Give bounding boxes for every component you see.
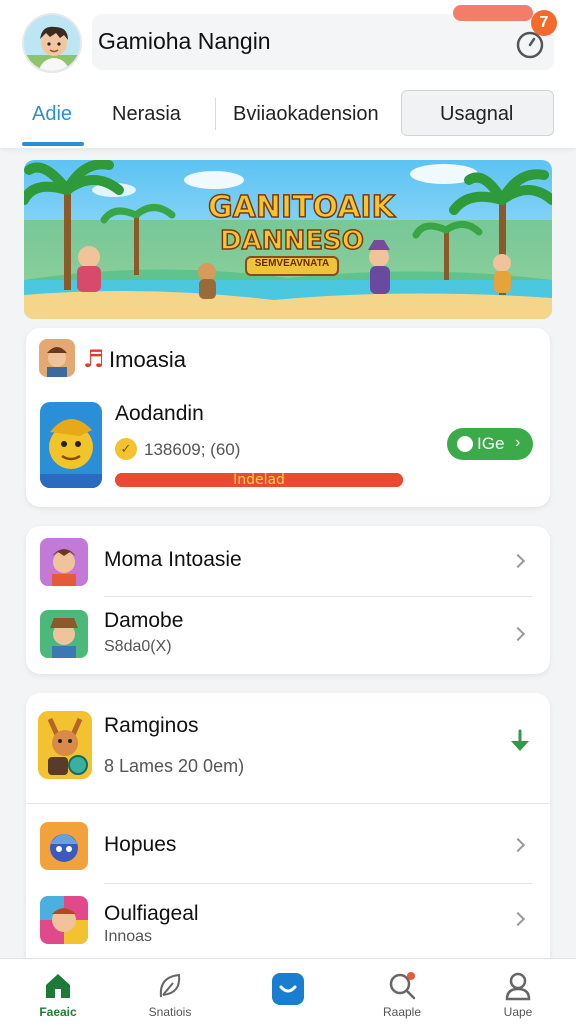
tab-divider — [215, 98, 216, 130]
game-controller-icon — [272, 973, 304, 1005]
nav-item-snatiois[interactable]: Snatiois — [120, 959, 220, 1024]
play-button[interactable]: IGe › — [447, 428, 533, 460]
featured-banner[interactable]: GANITOAIK DANNESO SEMVEAVNATA — [24, 160, 552, 319]
nav-label-snatiois: Snatiois — [148, 1005, 192, 1019]
list-item-title: Hopues — [104, 833, 177, 856]
game-icon-hopues — [40, 822, 88, 870]
home-icon — [46, 974, 70, 998]
nav-label-uape: Uape — [503, 1005, 533, 1019]
play-button-label: IGe — [477, 434, 505, 453]
coin-icon: ✓ — [115, 438, 137, 460]
nav-item-raaple[interactable]: Raaple — [352, 959, 452, 1024]
divider — [104, 596, 532, 597]
banner-title-line2: DANNESO — [219, 225, 364, 257]
list-item-subtitle: S8da0(X) — [104, 638, 172, 655]
nav-label-home: Faeaic — [39, 1005, 77, 1019]
progress-label: Indelad — [233, 472, 285, 488]
search-icon — [389, 972, 416, 1000]
item-meta: 138609; (60) — [144, 440, 241, 459]
game-icon-damobe — [40, 610, 88, 658]
game-icon-ramginos — [38, 711, 92, 779]
nav-item-home[interactable]: Faeaic — [8, 959, 108, 1024]
tab-nerasia[interactable]: Nerasia — [112, 103, 181, 126]
banner-subtitle: SEMVEAVNATA — [254, 258, 330, 269]
tab-adie[interactable]: Adie — [32, 103, 72, 126]
section-title: Imoasia — [109, 347, 187, 372]
chevron-right-icon: › — [515, 434, 521, 451]
list-item-title: Moma Intoasie — [104, 548, 242, 571]
profile-icon — [505, 972, 531, 1001]
divider — [104, 883, 532, 884]
nav-label-raaple: Raaple — [382, 1005, 422, 1019]
list-item-title: Ramginos — [104, 714, 199, 737]
item-title: Aodandin — [115, 402, 204, 425]
top-pill — [453, 5, 533, 21]
list-item-title: Damobe — [104, 609, 184, 632]
nav-item-uape[interactable]: Uape — [468, 959, 568, 1024]
notification-badge[interactable]: 7 — [531, 10, 557, 36]
game-icon-oulfiageal — [40, 896, 88, 944]
music-note-icon: ♬ — [83, 345, 105, 373]
progress-bar: Indelad — [115, 472, 403, 488]
banner-title-line1: GANITOAIK — [207, 189, 395, 226]
game-icon-moma — [40, 538, 88, 586]
leaf-icon — [159, 973, 181, 998]
header: Gamioha Nangin 7 Adie Nerasia Bviiaokade… — [0, 0, 576, 148]
list-item-title: Oulfiageal — [104, 902, 199, 925]
game-icon-aodandin[interactable] — [40, 402, 102, 488]
nav-item-game[interactable] — [238, 959, 338, 1024]
list-item-subtitle: Innoas — [104, 928, 153, 945]
avatar[interactable] — [22, 13, 82, 73]
download-icon[interactable] — [509, 729, 531, 755]
divider — [26, 803, 550, 804]
play-icon — [457, 436, 473, 452]
active-tab-indicator — [22, 142, 84, 146]
list-item-subtitle: 8 Lames 20 0em) — [104, 756, 245, 776]
tab-usagnal[interactable]: Usagnal — [440, 103, 513, 126]
app-title: Gamioha Nangin — [98, 28, 271, 54]
tab-bviiaokadension[interactable]: Bviiaokadension — [233, 103, 379, 126]
section-avatar-icon — [39, 339, 75, 377]
bottom-nav: Faeaic Snatiois Raaple Uape — [0, 958, 576, 1024]
